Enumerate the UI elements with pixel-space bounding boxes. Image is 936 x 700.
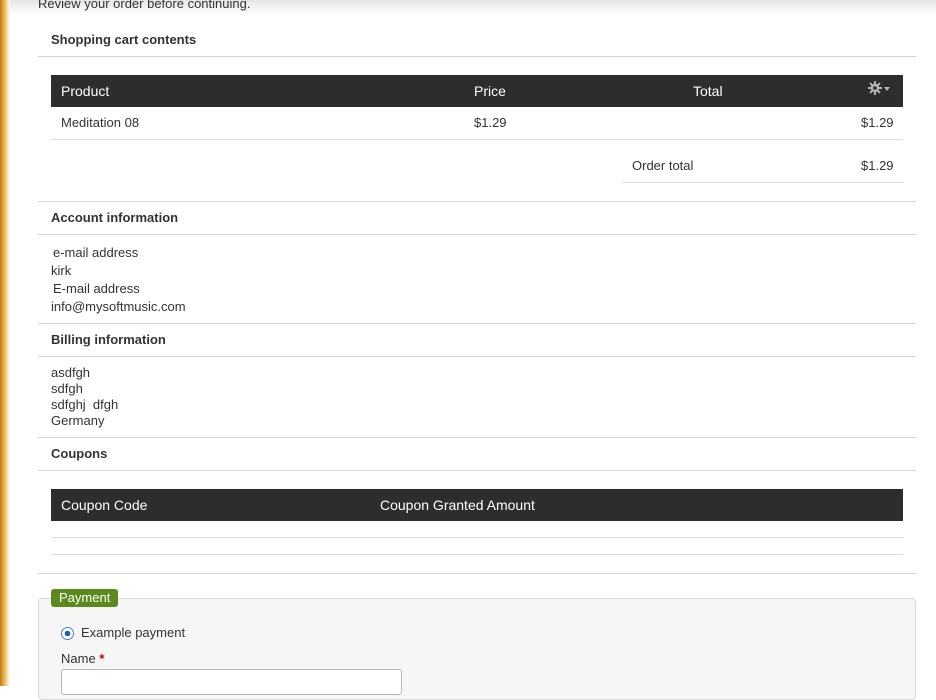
account-email-label: e-mail address [53, 245, 139, 260]
billing-country: Germany [51, 413, 105, 428]
coupons-section-title: Coupons [51, 446, 108, 461]
row-divider [51, 554, 903, 555]
divider [38, 56, 916, 57]
divider [38, 437, 916, 438]
order-total-label: Order total [632, 158, 694, 173]
payment-method-radio[interactable] [61, 627, 74, 640]
divider [38, 201, 916, 202]
column-header-coupon-code: Coupon Code [61, 497, 148, 513]
account-email-label-2: E-mail address [53, 281, 140, 296]
divider [38, 234, 916, 235]
order-total-divider [622, 182, 903, 183]
billing-line: asdfgh [51, 365, 91, 380]
review-intro-text: Review your order before continuing. [38, 0, 251, 11]
name-label-text: Name [61, 651, 96, 666]
gear-icon[interactable] [867, 80, 891, 98]
cart-row-price: $1.29 [474, 115, 507, 130]
column-header-total: Total [693, 83, 723, 99]
required-mark: * [99, 651, 105, 666]
account-email-value: info@mysoftmusic.com [51, 299, 186, 314]
page-background-edge [0, 0, 10, 686]
divider [38, 323, 916, 324]
name-field-label: Name * [61, 651, 104, 666]
row-divider [51, 537, 903, 538]
row-divider [51, 139, 903, 140]
divider [38, 470, 916, 471]
divider [38, 573, 916, 574]
account-username: kirk [51, 263, 72, 278]
billing-line: sdfghj dfgh [51, 397, 119, 412]
coupon-table-header: Coupon Code Coupon Granted Amount [51, 489, 903, 521]
column-header-price: Price [474, 83, 506, 99]
order-total-value: $1.29 [861, 158, 894, 173]
billing-line: sdfgh [51, 381, 83, 396]
cart-table-header: Product Price Total [51, 75, 903, 107]
chevron-down-icon [884, 87, 890, 91]
billing-section-title: Billing information [51, 332, 166, 347]
column-header-product: Product [61, 83, 110, 99]
column-header-coupon-amount: Coupon Granted Amount [380, 497, 535, 513]
name-input[interactable] [61, 669, 402, 695]
payment-method-label[interactable]: Example payment [81, 625, 185, 640]
account-section-title: Account information [51, 210, 179, 225]
payment-legend: Payment [51, 589, 119, 607]
cart-row-total: $1.29 [861, 115, 894, 130]
cart-section-title: Shopping cart contents [51, 32, 197, 47]
cart-row-product: Meditation 08 [61, 115, 140, 130]
divider [38, 356, 916, 357]
